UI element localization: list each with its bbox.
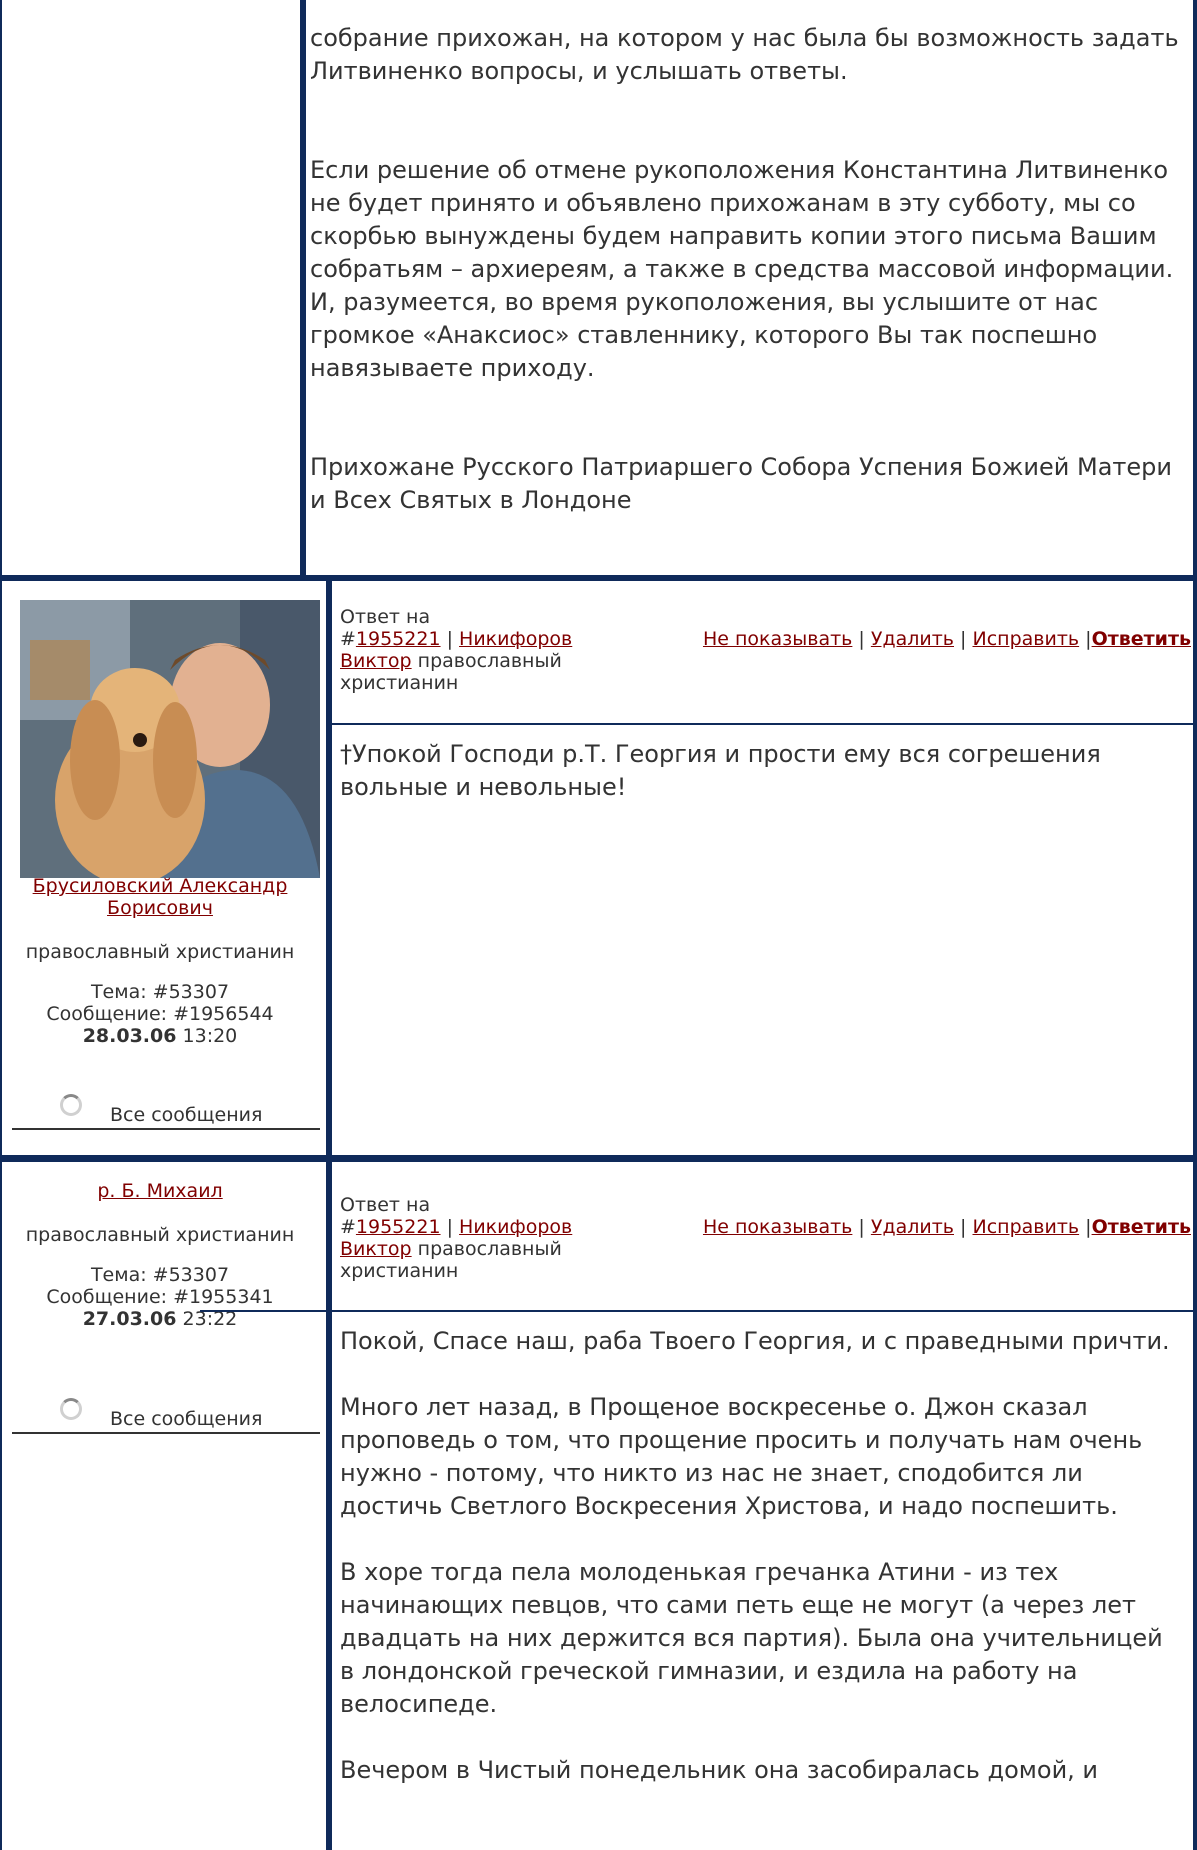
post-separator — [0, 575, 1197, 581]
post-body: собрание прихожан, на котором у нас была… — [310, 22, 1180, 517]
post-paragraph: Прихожане Русского Патриаршего Собора Ус… — [310, 453, 1172, 514]
topic-number: Тема: #53307 — [90, 981, 230, 1003]
loading-spinner-icon — [60, 1094, 82, 1116]
post-paragraph: Вечером в Чистый понедельник она засобир… — [340, 1756, 1099, 1784]
post-body: †Упокой Господи р.Т. Георгия и прости ем… — [340, 738, 1180, 837]
hide-link[interactable]: Не показывать — [703, 628, 852, 650]
reply-to-link[interactable]: 1955221 — [356, 1216, 441, 1238]
hide-link[interactable]: Не показывать — [703, 1216, 852, 1238]
reply-link[interactable]: Ответить — [1092, 628, 1191, 650]
loading-spinner-icon — [60, 1398, 82, 1420]
post-actions: Не показывать | Удалить | Исправить |Отв… — [702, 1216, 1191, 1238]
post-paragraph: Покой, Спасе наш, раба Твоего Георгия, и… — [340, 1327, 1170, 1355]
post-date: 27.03.06 — [82, 1308, 177, 1330]
table-border-left — [0, 0, 2, 580]
reply-to-link[interactable]: 1955221 — [356, 628, 441, 650]
message-number: Сообщение: #1956544 — [46, 1003, 274, 1025]
message-number: Сообщение: #1955341 — [46, 1286, 274, 1308]
post-paragraph: В хоре тогда пела молоденькая гречанка А… — [340, 1558, 1163, 1718]
header-divider — [200, 1310, 1197, 1312]
delete-link[interactable]: Удалить — [871, 628, 954, 650]
post-date: 28.03.06 — [82, 1025, 177, 1047]
header-divider — [332, 723, 1197, 725]
author-info: Брусиловский Александр Борисович правосл… — [0, 875, 320, 1047]
edit-link[interactable]: Исправить — [973, 1216, 1080, 1238]
reply-header: Ответ на #1955221 | Никифоров Виктор пра… — [340, 1194, 630, 1282]
column-divider — [326, 1162, 332, 1850]
author-info: р. Б. Михаил православный христианин Тем… — [0, 1180, 320, 1330]
reply-hash: # — [340, 1216, 356, 1238]
post-actions: Не показывать | Удалить | Исправить |Отв… — [702, 628, 1191, 650]
reply-prefix: Ответ на — [340, 606, 431, 628]
post-separator — [0, 1155, 1197, 1162]
table-border-right — [1193, 580, 1197, 1162]
author-name-link[interactable]: Брусиловский Александр Борисович — [33, 875, 288, 919]
table-border-left — [0, 580, 2, 1162]
all-messages-label: Все сообщения — [110, 1408, 263, 1430]
edit-link[interactable]: Исправить — [973, 628, 1080, 650]
post-meta: Тема: #53307 Сообщение: #1956544 28.03.0… — [0, 981, 320, 1047]
delete-link[interactable]: Удалить — [871, 1216, 954, 1238]
post-paragraph: собрание прихожан, на котором у нас была… — [310, 24, 1179, 85]
post-meta: Тема: #53307 Сообщение: #1955341 27.03.0… — [0, 1264, 320, 1330]
column-divider — [326, 580, 332, 1162]
topic-number: Тема: #53307 — [90, 1264, 230, 1286]
post-time: 13:20 — [182, 1025, 238, 1047]
reply-prefix: Ответ на — [340, 1194, 431, 1216]
reply-header: Ответ на #1955221 | Никифоров Виктор пра… — [340, 606, 630, 694]
column-divider — [300, 0, 306, 580]
all-messages-link[interactable]: Все сообщения — [12, 1398, 320, 1434]
author-status: православный христианин — [25, 1224, 295, 1246]
author-name-link[interactable]: р. Б. Михаил — [97, 1180, 222, 1202]
table-border-right — [1193, 0, 1197, 580]
table-border-right — [1193, 1162, 1197, 1850]
reply-hash: # — [340, 628, 356, 650]
all-messages-link[interactable]: Все сообщения — [12, 1094, 320, 1130]
post-body: Покой, Спасе наш, раба Твоего Георгия, и… — [340, 1325, 1180, 1820]
all-messages-label: Все сообщения — [110, 1104, 263, 1126]
post-paragraph: †Упокой Господи р.Т. Георгия и прости ем… — [340, 740, 1101, 801]
reply-link[interactable]: Ответить — [1092, 1216, 1191, 1238]
avatar[interactable] — [20, 600, 320, 878]
author-status: православный христианин — [25, 941, 295, 963]
post-paragraph: Много лет назад, в Прощеное воскресенье … — [340, 1393, 1143, 1520]
post-datetime: 28.03.06 13:20 — [0, 1025, 320, 1047]
post-paragraph: Если решение об отмене рукоположения Кон… — [310, 156, 1174, 382]
